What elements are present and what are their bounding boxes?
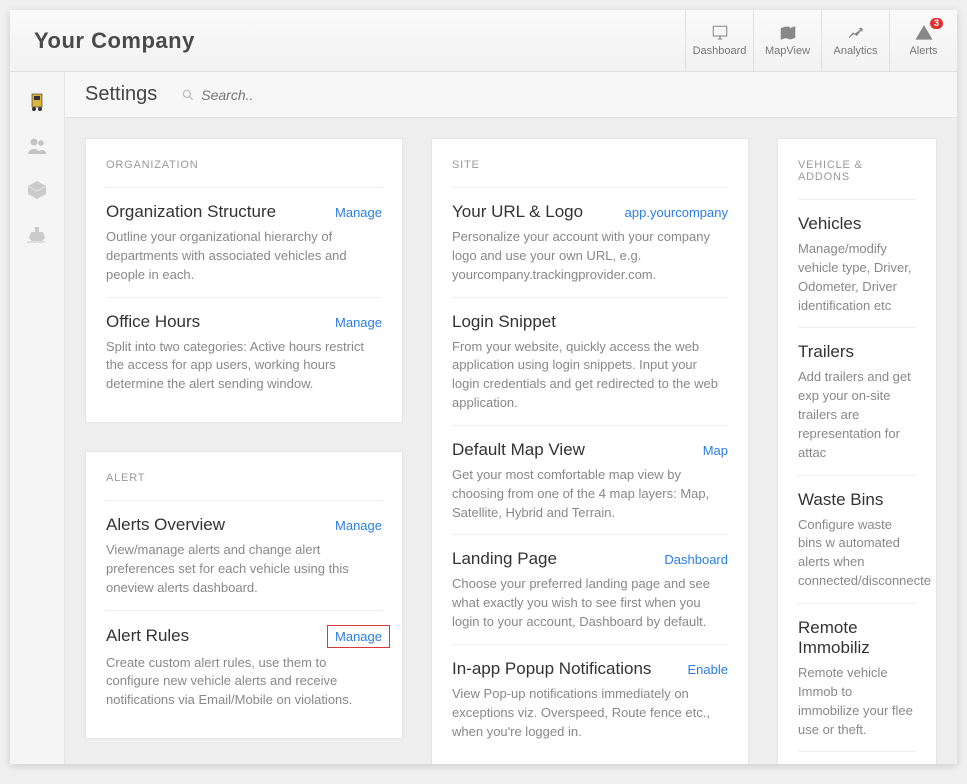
top-nav: Dashboard MapView Analytics 3 Alerts xyxy=(685,10,957,71)
landing-page-desc: Choose your preferred landing page and s… xyxy=(452,575,728,632)
trailers-item: Trailers Add trailers and get exp your o… xyxy=(798,327,916,474)
popup-notifications-title: In-app Popup Notifications xyxy=(452,659,651,679)
popup-notifications-item: In-app Popup Notifications Enable View P… xyxy=(452,644,728,754)
waste-bins-title: Waste Bins xyxy=(798,490,883,510)
office-hours-item: Office Hours Manage Split into two categ… xyxy=(106,297,382,407)
login-snippet-item: Login Snippet From your website, quickly… xyxy=(452,297,728,425)
vehicles-item: Vehicles Manage/modify vehicle type, Dri… xyxy=(798,199,916,327)
org-structure-item: Organization Structure Manage Outline yo… xyxy=(106,187,382,297)
trailers-desc: Add trailers and get exp your on-site tr… xyxy=(798,368,916,462)
nav-alerts-label: Alerts xyxy=(909,45,937,57)
office-hours-desc: Split into two categories: Active hours … xyxy=(106,338,382,395)
nav-mapview-label: MapView xyxy=(765,45,810,57)
default-map-link[interactable]: Map xyxy=(703,443,728,458)
site-label: SITE xyxy=(452,159,728,171)
column-3: VEHICLE & ADDONS Vehicles Manage/modify … xyxy=(777,138,937,764)
alerts-overview-desc: View/manage alerts and change alert pref… xyxy=(106,541,382,598)
office-hours-title: Office Hours xyxy=(106,312,200,332)
org-structure-desc: Outline your organizational hierarchy of… xyxy=(106,228,382,285)
url-logo-link[interactable]: app.yourcompany xyxy=(625,205,728,220)
alert-card: ALERT Alerts Overview Manage View/manage… xyxy=(85,451,403,739)
url-logo-desc: Personalize your account with your compa… xyxy=(452,228,728,285)
organization-card: ORGANIZATION Organization Structure Mana… xyxy=(85,138,403,423)
column-1: ORGANIZATION Organization Structure Mana… xyxy=(85,138,403,764)
popup-notifications-desc: View Pop-up notifications immediately on… xyxy=(452,685,728,742)
app-shell: Your Company Dashboard MapView Analytics… xyxy=(10,10,957,764)
nav-analytics[interactable]: Analytics xyxy=(821,10,889,71)
remote-immobilize-item: Remote Immobiliz Remote vehicle Immob to… xyxy=(798,603,916,751)
organization-label: ORGANIZATION xyxy=(106,159,382,171)
dashboard-icon xyxy=(709,24,731,42)
alert-rules-item: Alert Rules Manage Create custom alert r… xyxy=(106,610,382,723)
nav-dashboard[interactable]: Dashboard xyxy=(685,10,753,71)
ibutton-item: iButton Solely for the purpose o modes: … xyxy=(798,751,916,764)
sidebar-package-icon[interactable] xyxy=(23,176,51,204)
waste-bins-desc: Configure waste bins w automated alerts … xyxy=(798,516,916,591)
vehicle-addons-card: VEHICLE & ADDONS Vehicles Manage/modify … xyxy=(777,138,937,764)
popup-notifications-enable-link[interactable]: Enable xyxy=(688,662,728,677)
office-hours-manage-link[interactable]: Manage xyxy=(335,315,382,330)
sidebar-users-icon[interactable] xyxy=(23,132,51,160)
alerts-badge: 3 xyxy=(930,18,943,29)
alert-label: ALERT xyxy=(106,472,382,484)
alert-rules-desc: Create custom alert rules, use them to c… xyxy=(106,654,382,711)
remote-immobilize-title: Remote Immobiliz xyxy=(798,618,916,658)
nav-mapview[interactable]: MapView xyxy=(753,10,821,71)
default-map-item: Default Map View Map Get your most comfo… xyxy=(452,425,728,535)
main-area: Settings ORGANIZATION Organization Struc… xyxy=(65,72,957,764)
alerts-overview-item: Alerts Overview Manage View/manage alert… xyxy=(106,500,382,610)
brand-title: Your Company xyxy=(34,28,195,54)
site-card: SITE Your URL & Logo app.yourcompany Per… xyxy=(431,138,749,764)
alert-rules-title: Alert Rules xyxy=(106,626,189,646)
nav-analytics-label: Analytics xyxy=(833,45,877,57)
sidebar xyxy=(10,72,65,764)
search-input[interactable] xyxy=(201,87,351,103)
main-header: Settings xyxy=(65,72,957,118)
map-icon xyxy=(777,24,799,42)
landing-page-link[interactable]: Dashboard xyxy=(664,552,728,567)
alert-rules-manage-link[interactable]: Manage xyxy=(327,625,390,648)
cards-row: ORGANIZATION Organization Structure Mana… xyxy=(65,118,957,764)
default-map-title: Default Map View xyxy=(452,440,585,460)
trailers-title: Trailers xyxy=(798,342,854,362)
search-icon xyxy=(181,88,195,102)
search-wrap xyxy=(181,87,351,103)
alerts-overview-title: Alerts Overview xyxy=(106,515,225,535)
sidebar-truck-icon[interactable] xyxy=(23,88,51,116)
top-bar: Your Company Dashboard MapView Analytics… xyxy=(10,10,957,72)
login-snippet-title: Login Snippet xyxy=(452,312,556,332)
url-logo-title: Your URL & Logo xyxy=(452,202,583,222)
nav-alerts[interactable]: 3 Alerts xyxy=(889,10,957,71)
alerts-overview-manage-link[interactable]: Manage xyxy=(335,518,382,533)
vehicle-addons-label: VEHICLE & ADDONS xyxy=(798,159,916,183)
body: Settings ORGANIZATION Organization Struc… xyxy=(10,72,957,764)
landing-page-item: Landing Page Dashboard Choose your prefe… xyxy=(452,534,728,644)
remote-immobilize-desc: Remote vehicle Immob to immobilize your … xyxy=(798,664,916,739)
login-snippet-desc: From your website, quickly access the we… xyxy=(452,338,728,413)
analytics-icon xyxy=(845,24,867,42)
vehicles-title: Vehicles xyxy=(798,214,861,234)
sidebar-ship-icon[interactable] xyxy=(23,220,51,248)
landing-page-title: Landing Page xyxy=(452,549,557,569)
column-2: SITE Your URL & Logo app.yourcompany Per… xyxy=(431,138,749,764)
org-structure-title: Organization Structure xyxy=(106,202,276,222)
nav-dashboard-label: Dashboard xyxy=(693,45,747,57)
vehicles-desc: Manage/modify vehicle type, Driver, Odom… xyxy=(798,240,916,315)
url-logo-item: Your URL & Logo app.yourcompany Personal… xyxy=(452,187,728,297)
default-map-desc: Get your most comfortable map view by ch… xyxy=(452,466,728,523)
org-structure-manage-link[interactable]: Manage xyxy=(335,205,382,220)
page-title: Settings xyxy=(85,83,157,106)
waste-bins-item: Waste Bins Configure waste bins w automa… xyxy=(798,475,916,603)
